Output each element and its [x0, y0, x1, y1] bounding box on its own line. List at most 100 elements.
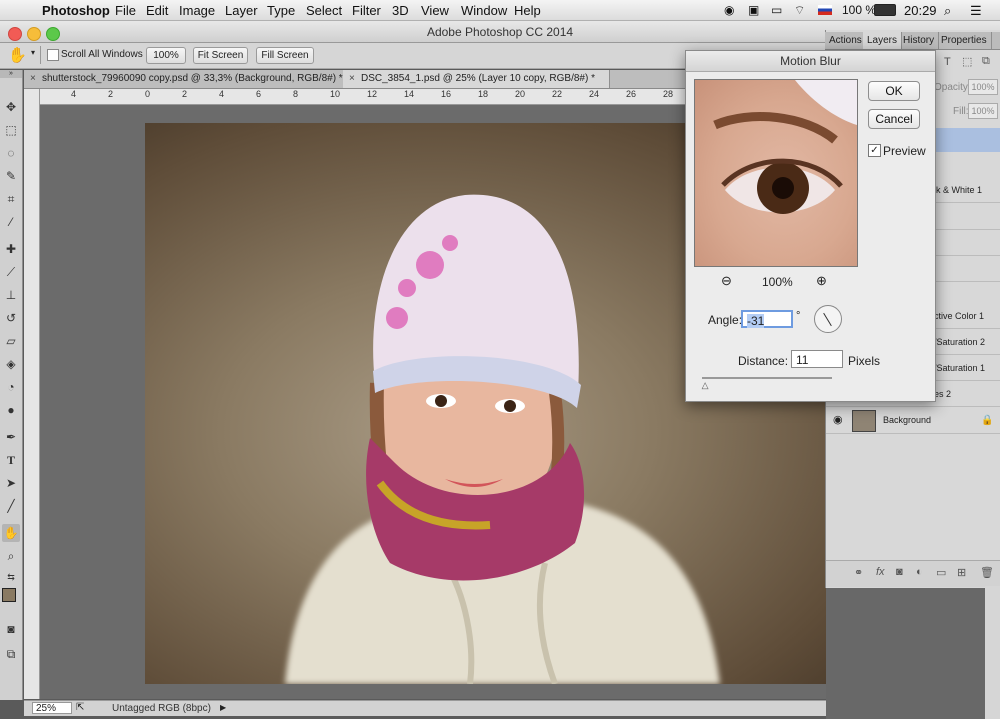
menu-filter[interactable]: Filter	[352, 3, 381, 18]
opacity-field[interactable]: 100%	[968, 79, 998, 95]
pen-tool-icon[interactable]: ✒	[2, 428, 20, 446]
menu-window[interactable]: Window	[461, 3, 507, 18]
distance-slider-track[interactable]	[702, 377, 832, 379]
link-layers-icon[interactable]: ⚭	[854, 566, 863, 579]
fill-screen-button[interactable]: Fill Screen	[256, 47, 314, 64]
fill-field[interactable]: 100%	[968, 103, 998, 119]
fit-screen-button[interactable]: Fit Screen	[193, 47, 248, 64]
status-bar: 25% ⇱ Untagged RGB (8bpc) ▶	[24, 700, 830, 716]
battery-icon[interactable]	[874, 4, 896, 16]
eyedropper-tool-icon[interactable]: ⁄	[2, 213, 20, 231]
layer-name: /Saturation 2	[934, 337, 986, 347]
fx-icon[interactable]: fx	[876, 566, 885, 578]
document-info: Untagged RGB (8bpc)	[112, 703, 211, 714]
toolbar-collapse-icon[interactable]: »	[0, 70, 22, 78]
zoom-out-icon[interactable]: ⊖	[721, 273, 732, 289]
close-tab-icon[interactable]: ×	[30, 70, 36, 88]
layer-row-background[interactable]: ◉ Background 🔒	[826, 408, 1000, 434]
path-selection-tool-icon[interactable]: ➤	[2, 474, 20, 492]
move-tool-icon[interactable]: ✥	[2, 98, 20, 116]
smart-object-filter-icon[interactable]: ⧉	[982, 55, 990, 68]
new-group-icon[interactable]: ▭	[936, 566, 946, 579]
scrollbar[interactable]	[985, 586, 1000, 719]
status-menu-arrow-icon[interactable]: ▶	[220, 703, 226, 712]
angle-dial[interactable]	[814, 305, 842, 333]
menu-edit[interactable]: Edit	[146, 3, 168, 18]
menu-file[interactable]: File	[115, 3, 136, 18]
trash-icon[interactable]: 🗑	[980, 566, 994, 579]
menu-3d[interactable]: 3D	[392, 3, 409, 18]
lasso-tool-icon[interactable]: ◌	[2, 144, 20, 162]
menu-view[interactable]: View	[421, 3, 449, 18]
blur-tool-icon[interactable]: ◔	[2, 378, 20, 396]
tab-document-2[interactable]: × DSC_3854_1.psd @ 25% (Layer 10 copy, R…	[343, 70, 610, 88]
distance-unit: Pixels	[848, 354, 881, 368]
tab-document-1[interactable]: × shutterstock_79960090 copy.psd @ 33,3%…	[24, 70, 361, 88]
marquee-tool-icon[interactable]: ⬚	[2, 121, 20, 139]
menu-type[interactable]: Type	[267, 3, 295, 18]
tab-layers[interactable]: Layers	[863, 32, 903, 49]
visibility-eye-icon[interactable]: ◉	[833, 408, 843, 433]
tab-actions[interactable]: Actions	[825, 32, 867, 49]
preview-label: Preview	[883, 144, 926, 158]
cancel-button[interactable]: Cancel	[868, 109, 920, 129]
healing-brush-tool-icon[interactable]: ✚	[2, 240, 20, 258]
zoom-level-field[interactable]: 25%	[32, 702, 72, 714]
menu-select[interactable]: Select	[306, 3, 342, 18]
brush-tool-icon[interactable]: ⟋	[2, 263, 20, 281]
tool-preset-chevron-icon[interactable]: ▾	[31, 48, 35, 57]
clock[interactable]: 20:29	[904, 3, 937, 18]
language-flag-icon[interactable]	[818, 5, 832, 15]
hand-tool-icon[interactable]: ✋	[2, 524, 20, 542]
menu-app-name[interactable]: Photoshop	[42, 3, 110, 18]
ruler-label: 16	[441, 89, 452, 99]
display-icon[interactable]: ▣	[748, 3, 759, 17]
zoom-tool-icon[interactable]: ⌕	[2, 547, 20, 565]
swap-colors-icon[interactable]: ⇆	[2, 568, 20, 586]
notifications-icon[interactable]: ☰	[970, 3, 982, 19]
wifi-icon[interactable]: ⌔	[794, 3, 805, 18]
preview-checkbox[interactable]: ✓	[868, 144, 881, 157]
tab-properties[interactable]: Properties	[937, 32, 992, 49]
quick-select-tool-icon[interactable]: ✎	[2, 167, 20, 185]
type-filter-icon[interactable]: T	[944, 56, 951, 68]
distance-slider-thumb[interactable]: △	[702, 380, 709, 391]
ok-button[interactable]: OK	[868, 81, 920, 101]
adjustment-layer-icon[interactable]: ◐	[916, 566, 923, 578]
paint-bucket-tool-icon[interactable]: ◈	[2, 355, 20, 373]
distance-input[interactable]: 11	[791, 350, 843, 368]
clone-stamp-tool-icon[interactable]: ⊥	[2, 286, 20, 304]
stop-icon[interactable]: ◉	[724, 3, 734, 17]
type-tool-icon[interactable]: T	[2, 451, 20, 469]
export-icon[interactable]: ⇱	[76, 702, 84, 713]
battery-percent: 100 %	[842, 3, 877, 17]
dodge-tool-icon[interactable]: ●	[2, 401, 20, 419]
panel-tabs: Actions Layers History Properties	[825, 32, 1000, 50]
filter-preview[interactable]	[694, 79, 858, 267]
airplay-icon[interactable]: ▭	[771, 3, 782, 17]
line-tool-icon[interactable]: ╱	[2, 497, 20, 515]
zoom-in-icon[interactable]: ⊕	[816, 273, 827, 289]
zoom-100-button[interactable]: 100%	[146, 47, 186, 64]
search-icon[interactable]: ⌕	[944, 3, 951, 19]
history-brush-tool-icon[interactable]: ↺	[2, 309, 20, 327]
hand-tool-icon[interactable]: ✋	[8, 46, 27, 64]
close-tab-icon[interactable]: ×	[349, 70, 355, 88]
shape-filter-icon[interactable]: ⬚	[962, 55, 972, 68]
layer-name: k & White 1	[936, 185, 983, 195]
menu-image[interactable]: Image	[179, 3, 215, 18]
menu-layer[interactable]: Layer	[225, 3, 258, 18]
menu-help[interactable]: Help	[514, 3, 541, 18]
ruler-label: 26	[626, 89, 637, 99]
screen-mode-icon[interactable]: ⧉	[2, 645, 20, 663]
new-layer-icon[interactable]: ⊞	[957, 566, 966, 579]
quick-mask-icon[interactable]: ◙	[2, 620, 20, 638]
dialog-title: Motion Blur	[686, 51, 935, 72]
tab-history[interactable]: History	[899, 32, 940, 49]
angle-input[interactable]: -31	[741, 310, 793, 328]
foreground-color-swatch[interactable]	[2, 588, 16, 602]
eraser-tool-icon[interactable]: ▱	[2, 332, 20, 350]
scroll-all-windows-checkbox[interactable]	[47, 49, 59, 61]
crop-tool-icon[interactable]: ⌗	[2, 190, 20, 208]
layer-mask-icon[interactable]: ◙	[896, 566, 903, 578]
